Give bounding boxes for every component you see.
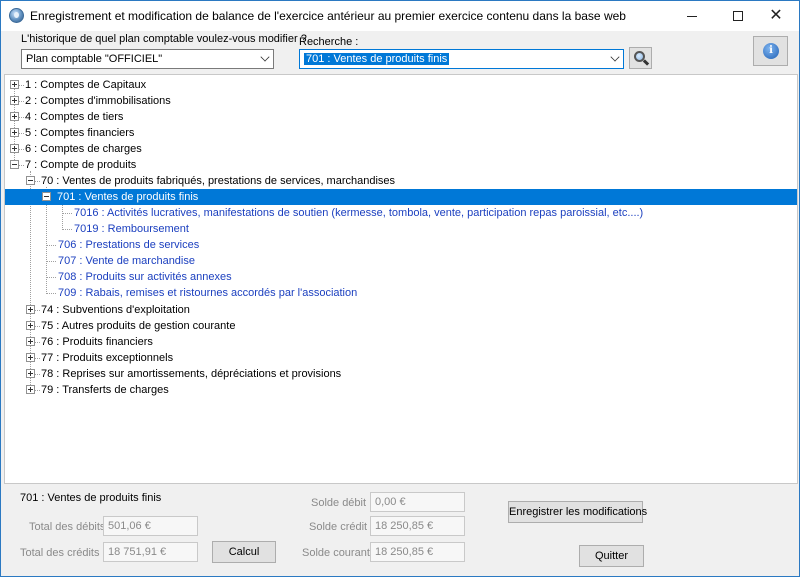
expand-icon[interactable] bbox=[26, 337, 35, 346]
chevron-down-icon bbox=[260, 52, 270, 62]
main-window: Enregistrement et modification de balanc… bbox=[0, 0, 800, 577]
tree-node-label: 7016 : Activités lucratives, manifestati… bbox=[74, 207, 644, 219]
tree-node-label: 7 : Compte de produits bbox=[25, 159, 137, 171]
total-credits-label: Total des crédits : bbox=[20, 547, 106, 559]
tree-connector bbox=[62, 203, 63, 228]
quit-button[interactable]: Quitter bbox=[579, 545, 644, 567]
close-icon: ✕ bbox=[769, 7, 783, 24]
minimize-button[interactable] bbox=[669, 1, 715, 31]
total-credits-field: 18 751,91 € bbox=[103, 542, 198, 562]
tree-node-label: 78 : Reprises sur amortissements, dépréc… bbox=[41, 368, 342, 380]
tree-connector bbox=[35, 374, 40, 375]
tree-connector bbox=[62, 213, 72, 214]
selected-account-label: 701 : Ventes de produits finis bbox=[20, 492, 162, 504]
tree-node-label: 70 : Ventes de produits fabriqués, prest… bbox=[41, 175, 396, 187]
window-title: Enregistrement et modification de balanc… bbox=[30, 9, 626, 23]
expand-icon[interactable] bbox=[26, 369, 35, 378]
tree-node-label: 4 : Comptes de tiers bbox=[25, 111, 124, 123]
tree-node-label: 79 : Transferts de charges bbox=[41, 384, 169, 396]
expand-icon[interactable] bbox=[26, 321, 35, 330]
calcul-button[interactable]: Calcul bbox=[212, 541, 276, 563]
info-icon: i bbox=[763, 43, 779, 59]
tree-node-label: 6 : Comptes de charges bbox=[25, 143, 142, 155]
expand-icon[interactable] bbox=[26, 385, 35, 394]
info-button[interactable]: i bbox=[753, 36, 788, 66]
plan-label: L'historique de quel plan comptable voul… bbox=[21, 33, 307, 45]
tree-connector bbox=[35, 326, 40, 327]
app-globe-icon bbox=[9, 8, 24, 23]
account-tree[interactable]: 1 : Comptes de Capitaux 2 : Comptes d'im… bbox=[4, 74, 798, 484]
tree-connector bbox=[35, 358, 40, 359]
tree-connector bbox=[46, 261, 56, 262]
tree-node-label: 708 : Produits sur activités annexes bbox=[58, 271, 232, 283]
save-changes-button[interactable]: Enregistrer les modifications bbox=[508, 501, 647, 523]
tree-connector bbox=[35, 310, 40, 311]
tree-node-label: 706 : Prestations de services bbox=[58, 239, 200, 251]
chevron-down-icon bbox=[610, 52, 620, 62]
solde-debit-field: 0,00 € bbox=[370, 492, 465, 512]
tree-connector bbox=[35, 342, 40, 343]
expand-icon[interactable] bbox=[26, 353, 35, 362]
maximize-icon bbox=[733, 11, 743, 21]
tree-connector bbox=[35, 390, 40, 391]
tree-connector bbox=[62, 229, 72, 230]
tree-connector bbox=[35, 181, 40, 182]
expand-icon[interactable] bbox=[10, 96, 19, 105]
magnifier-handle bbox=[642, 59, 650, 66]
search-button[interactable] bbox=[629, 47, 652, 69]
solde-courant-label: Solde courant : bbox=[302, 547, 376, 559]
tree-connector bbox=[46, 293, 56, 294]
tree-node-label: 7019 : Remboursement bbox=[74, 223, 189, 235]
tree-connector bbox=[19, 101, 24, 102]
tree-node-label: 701 : Ventes de produits finis bbox=[57, 191, 199, 203]
tree-node-label: 75 : Autres produits de gestion courante bbox=[41, 320, 236, 332]
tree-node-label: 77 : Produits exceptionnels bbox=[41, 352, 174, 364]
tree-node-label: 76 : Produits financiers bbox=[41, 336, 153, 348]
title-bar: Enregistrement et modification de balanc… bbox=[1, 1, 799, 31]
expand-icon[interactable] bbox=[10, 128, 19, 137]
search-input-value: 701 : Ventes de produits finis bbox=[304, 53, 450, 65]
collapse-icon[interactable] bbox=[42, 192, 51, 201]
tree-connector bbox=[46, 245, 56, 246]
tree-node-label: 709 : Rabais, remises et ristournes acco… bbox=[58, 287, 358, 299]
total-debits-field: 501,06 € bbox=[103, 516, 198, 536]
tree-node-label: 1 : Comptes de Capitaux bbox=[25, 79, 147, 91]
tree-connector bbox=[19, 85, 24, 86]
tree-connector bbox=[19, 117, 24, 118]
solde-credit-label: Solde crédit : bbox=[309, 521, 374, 533]
collapse-icon[interactable] bbox=[26, 176, 35, 185]
tree-connector bbox=[19, 149, 24, 150]
close-button[interactable]: ✕ bbox=[753, 1, 799, 31]
expand-icon[interactable] bbox=[10, 144, 19, 153]
solde-courant-field: 18 250,85 € bbox=[370, 542, 465, 562]
tree-node-label: 2 : Comptes d'immobilisations bbox=[25, 95, 171, 107]
tree-connector bbox=[46, 277, 56, 278]
search-label: Recherche : bbox=[299, 36, 359, 48]
tree-connector bbox=[19, 165, 24, 166]
tree-node-label: 707 : Vente de marchandise bbox=[58, 255, 195, 267]
plan-select[interactable]: Plan comptable "OFFICIEL" bbox=[21, 49, 274, 69]
plan-select-value: Plan comptable "OFFICIEL" bbox=[26, 53, 163, 65]
solde-debit-label: Solde débit : bbox=[311, 497, 373, 509]
collapse-icon[interactable] bbox=[10, 160, 19, 169]
search-input[interactable]: 701 : Ventes de produits finis bbox=[299, 49, 624, 69]
expand-icon[interactable] bbox=[26, 305, 35, 314]
tree-node-label: 74 : Subventions d'exploitation bbox=[41, 304, 190, 316]
expand-icon[interactable] bbox=[10, 112, 19, 121]
tree-connector bbox=[19, 133, 24, 134]
expand-icon[interactable] bbox=[10, 80, 19, 89]
total-debits-label: Total des débits : bbox=[29, 521, 112, 533]
tree-node-label: 5 : Comptes financiers bbox=[25, 127, 135, 139]
tree-node-selected[interactable]: 701 : Ventes de produits finis bbox=[5, 189, 797, 205]
minimize-icon bbox=[687, 15, 697, 17]
solde-credit-field: 18 250,85 € bbox=[370, 516, 465, 536]
